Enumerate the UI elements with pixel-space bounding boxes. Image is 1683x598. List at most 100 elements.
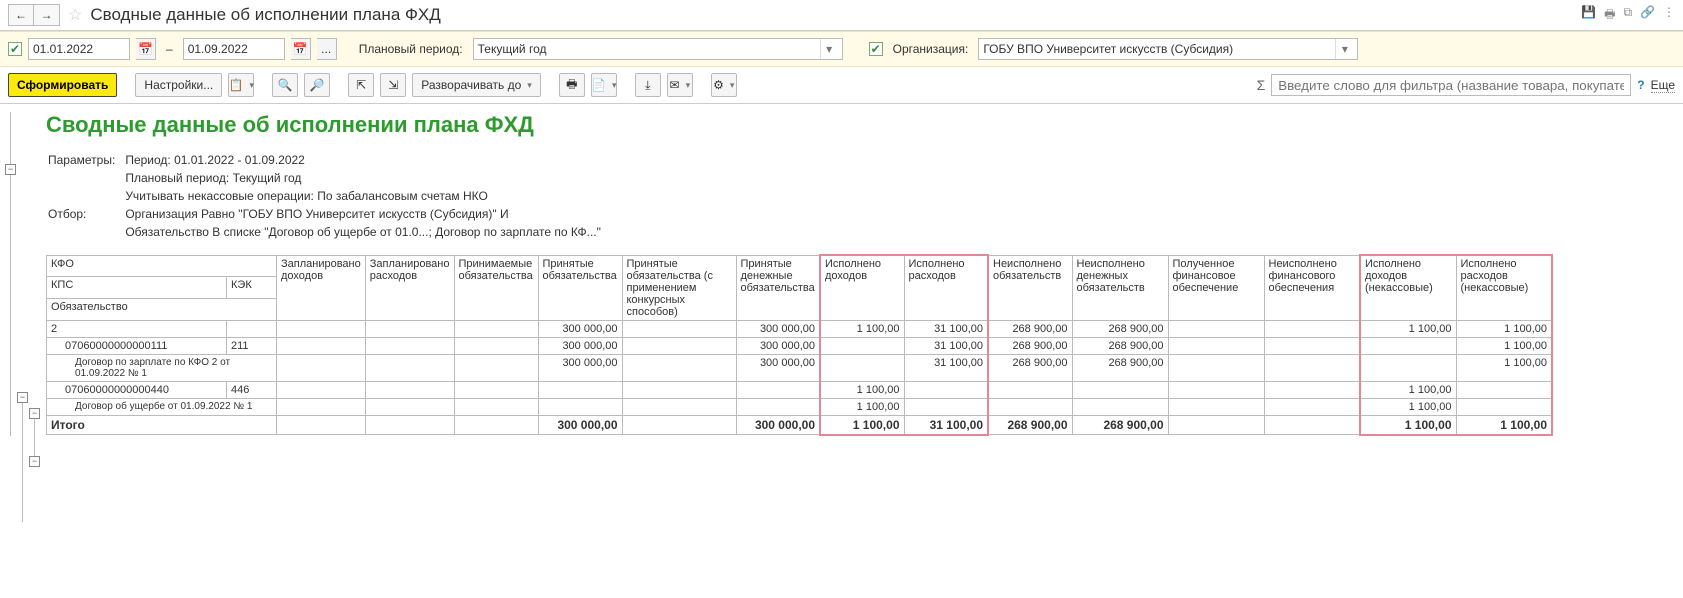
- outline-toggle[interactable]: −: [5, 164, 16, 175]
- row-kek: 211: [227, 337, 277, 354]
- plan-period-label: Плановый период:: [359, 42, 463, 56]
- report-title: Сводные данные об исполнении плана ФХД: [46, 112, 1675, 138]
- col-header: Принятые обязательства: [538, 255, 622, 320]
- settings-button[interactable]: Настройки...: [135, 73, 222, 97]
- find-next-button[interactable]: 🔎: [304, 73, 330, 97]
- params-line: Учитывать некассовые операции: По забала…: [125, 188, 609, 204]
- nav-forward-button[interactable]: →: [34, 4, 60, 26]
- cell: [1168, 320, 1264, 337]
- cell: 31 100,00: [904, 320, 988, 337]
- cell: [1456, 398, 1552, 415]
- collapse-button[interactable]: ⇱: [348, 73, 374, 97]
- col-kps: КПС: [47, 277, 227, 299]
- print-icon[interactable]: 🖶: [1604, 5, 1615, 26]
- plan-period-select[interactable]: Текущий год ▾: [473, 38, 843, 60]
- outline-toggle[interactable]: −: [17, 392, 28, 403]
- cell: [365, 381, 454, 398]
- total-cell: 31 100,00: [904, 415, 988, 435]
- date-from-calendar-button[interactable]: 📅: [136, 38, 156, 60]
- cell: [622, 398, 736, 415]
- row-label: Договор по зарплате по КФО 2 от 01.09.20…: [47, 354, 277, 381]
- print-menu-button[interactable]: 📄▾: [591, 73, 617, 97]
- plan-period-value: Текущий год: [478, 42, 547, 56]
- date-enabled-checkbox[interactable]: ✔: [8, 42, 22, 56]
- favorite-star-icon[interactable]: ☆: [68, 5, 82, 25]
- help-button[interactable]: ?: [1637, 78, 1644, 92]
- cell: [1168, 354, 1264, 381]
- expand-to-button[interactable]: Разворачивать до▾: [412, 73, 541, 97]
- preview-icon[interactable]: ⧉: [1623, 5, 1632, 26]
- outline-toggle[interactable]: −: [29, 456, 40, 467]
- date-to-calendar-button[interactable]: 📅: [291, 38, 311, 60]
- grid-header-row: КФО Запланировано доходов Запланировано …: [47, 255, 1553, 277]
- row-label: 2: [47, 320, 227, 337]
- total-cell: [1264, 415, 1360, 435]
- cell: 1 100,00: [1456, 320, 1552, 337]
- cell: [454, 354, 538, 381]
- cell: [622, 354, 736, 381]
- col-header: Запланировано расходов: [365, 255, 454, 320]
- total-label: Итого: [47, 415, 277, 435]
- form-button[interactable]: Сформировать: [8, 73, 117, 97]
- total-cell: 300 000,00: [736, 415, 820, 435]
- col-header: Неисполнено финансового обеспечения: [1264, 255, 1360, 320]
- chevron-down-icon[interactable]: ▾: [1335, 39, 1353, 59]
- send-email-button[interactable]: ✉▾: [667, 73, 693, 97]
- settings-variants-button[interactable]: 📋▾: [228, 73, 254, 97]
- date-from-input[interactable]: 01.01.2022: [28, 38, 130, 60]
- selection-line: Обязательство В списке "Договор об ущерб…: [125, 224, 609, 240]
- report-body: Сводные данные об исполнении плана ФХД П…: [46, 112, 1675, 436]
- grid-total-row: Итого 300 000,00 300 000,00 1 100,00 31 …: [47, 415, 1553, 435]
- more-menu-button[interactable]: Еще: [1651, 78, 1675, 93]
- table-row: 070600000000004404461 100,001 100,00: [47, 381, 1553, 398]
- table-row: 07060000000000111211300 000,00300 000,00…: [47, 337, 1553, 354]
- find-button[interactable]: 🔍: [272, 73, 298, 97]
- cell: 1 100,00: [820, 398, 904, 415]
- total-cell: 300 000,00: [538, 415, 622, 435]
- print-button[interactable]: 🖶: [559, 73, 585, 97]
- cell: [277, 381, 366, 398]
- total-cell: [622, 415, 736, 435]
- org-select[interactable]: ГОБУ ВПО Университет искусств (Субсидия)…: [978, 38, 1358, 60]
- expand-button[interactable]: ⇲: [380, 73, 406, 97]
- total-cell: [1168, 415, 1264, 435]
- date-to-input[interactable]: 01.09.2022: [183, 38, 285, 60]
- total-cell: 1 100,00: [1456, 415, 1552, 435]
- filterbar: ✔ 01.01.2022 📅 – 01.09.2022 📅 ... Планов…: [0, 31, 1683, 67]
- link-icon[interactable]: 🔗: [1640, 5, 1655, 26]
- col-header: Принимаемые обязательства: [454, 255, 538, 320]
- form-button-label: Сформировать: [17, 78, 108, 92]
- row-label: 07060000000000440: [47, 381, 227, 398]
- cell: [365, 320, 454, 337]
- cell: 268 900,00: [1072, 320, 1168, 337]
- cell: [1264, 354, 1360, 381]
- date-range-more-button[interactable]: ...: [317, 38, 337, 60]
- cell: [1264, 398, 1360, 415]
- chevron-down-icon[interactable]: ▾: [820, 39, 838, 59]
- outline-toggle[interactable]: −: [29, 408, 40, 419]
- sum-button[interactable]: ⚙▾: [711, 73, 737, 97]
- cell: [1168, 398, 1264, 415]
- more-icon[interactable]: ⋮: [1663, 5, 1675, 26]
- cell: 268 900,00: [988, 320, 1072, 337]
- cell: 300 000,00: [736, 337, 820, 354]
- save-file-button[interactable]: ⤓: [635, 73, 661, 97]
- cell: [454, 381, 538, 398]
- cell: [277, 398, 366, 415]
- total-cell: [454, 415, 538, 435]
- filter-input[interactable]: [1271, 74, 1631, 96]
- expand-to-label: Разворачивать до: [421, 78, 521, 92]
- cell: [365, 398, 454, 415]
- org-value: ГОБУ ВПО Университет искусств (Субсидия): [983, 42, 1233, 56]
- save-icon[interactable]: 💾: [1581, 5, 1596, 26]
- cell: [820, 337, 904, 354]
- cell: 300 000,00: [538, 354, 622, 381]
- org-label: Организация:: [893, 42, 969, 56]
- col-header: Запланировано доходов: [277, 255, 366, 320]
- col-header: Исполнено доходов (некассовые): [1360, 255, 1456, 320]
- org-enabled-checkbox[interactable]: ✔: [869, 42, 883, 56]
- total-cell: 1 100,00: [820, 415, 904, 435]
- nav-back-button[interactable]: ←: [8, 4, 34, 26]
- row-label: Договор об ущербе от 01.09.2022 № 1: [47, 398, 277, 415]
- cell: 1 100,00: [1456, 354, 1552, 381]
